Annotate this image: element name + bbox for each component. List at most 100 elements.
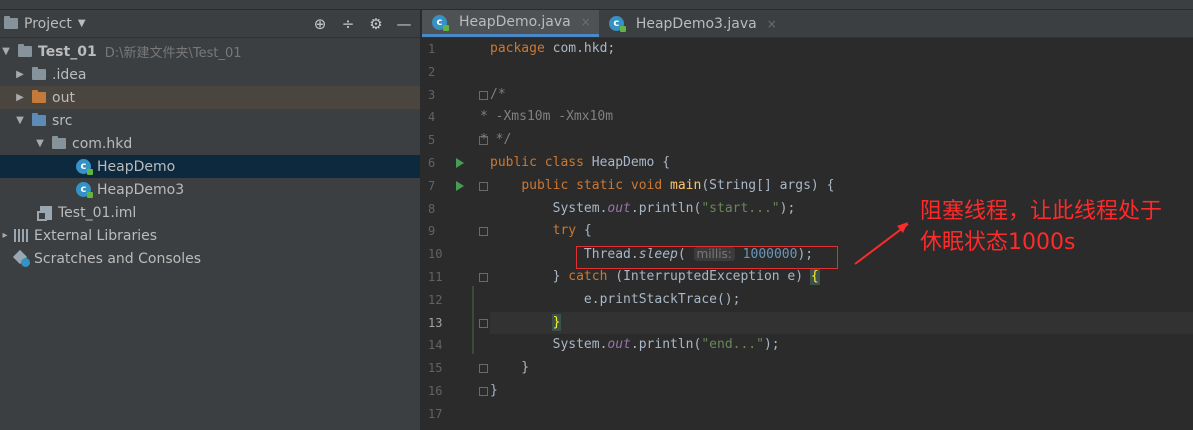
expand-arrow-icon[interactable]: ▶ (14, 69, 26, 80)
tree-item-label: Test_01.iml (58, 204, 137, 221)
tree-item-iml[interactable]: Test_01.iml (0, 201, 420, 224)
line-number: 2 (428, 64, 436, 79)
code-line: * -Xms10m -Xmx10m (480, 109, 614, 125)
line-number: 12 (428, 292, 443, 307)
code-line: System.out.println("end..."); (490, 337, 780, 353)
tree-item-label: src (52, 112, 73, 129)
java-class-icon: c (608, 16, 626, 32)
java-class-icon: c (76, 159, 93, 175)
package-icon (52, 136, 66, 149)
folder-icon (32, 67, 46, 80)
line-number: 8 (428, 201, 436, 216)
tree-item-com-hkd[interactable]: ▼ com.hkd (0, 132, 420, 155)
code-line: * */ (480, 132, 512, 148)
locate-file-icon[interactable]: ⊕ (312, 15, 328, 33)
tree-item-test01[interactable]: ▼ Test_01 D:\新建文件夹\Test_01 (0, 40, 420, 63)
tab-label: HeapDemo3.java (635, 15, 757, 32)
project-toolbar: ⊕ ÷ ⚙ — (312, 15, 420, 33)
line-number: 15 (422, 357, 488, 380)
project-panel-header: Project ▼ ⊕ ÷ ⚙ — (0, 10, 420, 38)
tree-item-label: Scratches and Consoles (34, 250, 201, 267)
hide-panel-icon[interactable]: — (396, 15, 412, 33)
tree-item-label: Test_01 (38, 43, 97, 60)
run-class-icon[interactable] (456, 157, 464, 168)
project-title: Project (24, 15, 72, 32)
tree-item-heapdemo3[interactable]: c HeapDemo3 (0, 178, 420, 201)
code-line: } (490, 360, 530, 376)
folder-orange-icon (32, 90, 46, 103)
tree-item-label: HeapDemo3 (97, 181, 185, 198)
module-path: D:\新建文件夹\Test_01 (104, 46, 242, 61)
tab-label: HeapDemo.java (459, 14, 571, 30)
tree-item-label: External Libraries (34, 227, 157, 244)
line-number: 6 (422, 152, 482, 175)
project-tree: ▼ Test_01 D:\新建文件夹\Test_01 ▶ .idea ▶ out… (0, 38, 420, 270)
parameter-hint: millis: (693, 247, 735, 262)
line-number: 7 (422, 175, 488, 198)
expand-arrow-icon[interactable]: ▼ (34, 138, 46, 149)
expand-arrow-icon[interactable]: ▼ (0, 46, 12, 57)
line-number: 5 (422, 129, 488, 152)
line-number: 17 (428, 406, 443, 421)
expand-arrow-icon[interactable]: ▸ (0, 230, 10, 241)
tab-heapdemo[interactable]: c HeapDemo.java × (422, 10, 599, 37)
tree-item-out[interactable]: ▶ out (0, 86, 420, 109)
scratches-icon (14, 251, 30, 267)
title-strip (0, 0, 1193, 10)
close-icon[interactable]: × (767, 17, 777, 31)
code-line-current: } (490, 311, 1193, 335)
line-number: 4 (428, 110, 436, 125)
annotation-text: 阻塞线程，让此线程处于休眠状态1000s (920, 199, 1163, 255)
module-folder-icon (18, 44, 32, 57)
code-line: /* (490, 86, 506, 102)
tab-heapdemo3[interactable]: c HeapDemo3.java × (599, 10, 785, 37)
code-line: e.printStackTrace(); (490, 291, 741, 307)
tree-item-src[interactable]: ▼ src (0, 109, 420, 132)
folder-blue-icon (32, 113, 46, 126)
line-number: 9 (422, 220, 488, 243)
gear-icon[interactable]: ⚙ (368, 15, 384, 33)
tree-item-label: .idea (52, 66, 87, 83)
tree-item-heapdemo[interactable]: c HeapDemo (0, 155, 420, 178)
run-method-icon[interactable] (456, 180, 464, 191)
iml-file-icon (37, 205, 52, 221)
tree-item-label: HeapDemo (97, 158, 176, 175)
project-view-selector[interactable]: Project ▼ (4, 16, 86, 32)
expand-arrow-icon[interactable]: ▼ (14, 115, 26, 126)
line-number: 16 (422, 380, 488, 403)
line-number: 3 (422, 84, 488, 107)
fold-icon[interactable] (479, 272, 488, 282)
library-icon (14, 229, 30, 242)
tree-item-external-libraries[interactable]: ▸ External Libraries (0, 224, 420, 247)
fold-icon[interactable] (479, 386, 488, 396)
tree-item-label: com.hkd (72, 135, 133, 152)
code-line: package com.hkd; (490, 41, 616, 56)
line-number: 14 (428, 338, 443, 353)
code-line: } (490, 382, 498, 398)
gutter: 1 2 3 4 5 6 7 8 9 10 11 12 13 14 15 16 1… (422, 38, 488, 426)
close-icon[interactable]: × (581, 15, 591, 29)
line-number: 1 (428, 42, 436, 56)
fold-icon[interactable] (479, 318, 488, 328)
project-panel: Project ▼ ⊕ ÷ ⚙ — ▼ Test_01 D:\新建文件夹\Tes… (0, 10, 421, 430)
fold-icon[interactable] (479, 181, 488, 191)
tree-item-label: out (52, 89, 75, 106)
expand-arrow-icon[interactable]: ▶ (14, 92, 26, 103)
java-class-icon: c (432, 14, 449, 31)
collapse-all-icon[interactable]: ÷ (340, 15, 356, 33)
fold-icon[interactable] (479, 90, 488, 100)
editor-tabs: c HeapDemo.java × c HeapDemo3.java × (422, 10, 1193, 38)
fold-icon[interactable] (479, 227, 488, 237)
line-number: 13 (422, 312, 488, 335)
tree-item-scratches[interactable]: Scratches and Consoles (0, 247, 420, 270)
fold-icon[interactable] (479, 364, 488, 374)
tree-item-idea[interactable]: ▶ .idea (0, 63, 420, 86)
code-line: public static void main(String[] args) { (521, 177, 835, 193)
project-folder-icon (4, 16, 18, 29)
code-line: public class HeapDemo { (490, 154, 671, 170)
line-number: 11 (422, 266, 488, 289)
chevron-down-icon: ▼ (77, 18, 86, 29)
line-number: 10 (428, 247, 443, 262)
